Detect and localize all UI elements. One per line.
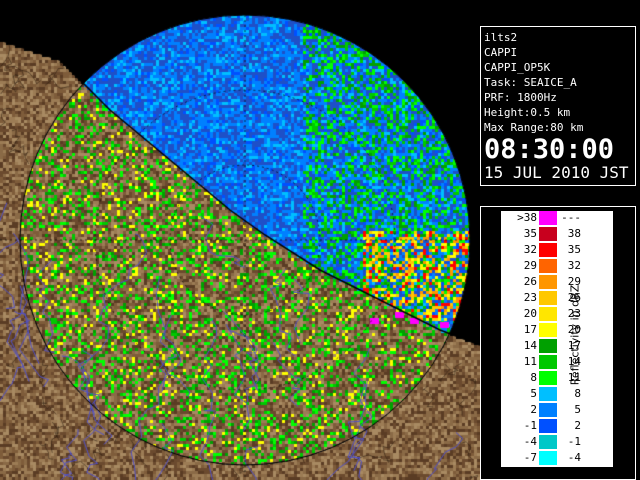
max-range-label: Max Range:80 km (484, 121, 584, 134)
legend-row: 25 (501, 403, 613, 418)
legend-row: 35 38 (501, 227, 613, 242)
legend-swatch (539, 323, 557, 337)
legend-low-value: 14 (523, 339, 537, 352)
legend-high-value: --- (561, 211, 581, 224)
legend-body: >38 --- 35 38 32 35 29 32 26 29 23 26 20 23 17 20 14 17 11… (501, 211, 613, 467)
prf-label: PRF: 1800Hz (484, 91, 557, 104)
legend-swatch (539, 211, 557, 225)
legend-row: 23 26 (501, 291, 613, 306)
legend-row: -1 2 (501, 419, 613, 434)
legend-row: >38 --- (501, 211, 613, 226)
radar-map (0, 0, 480, 480)
legend-low-value: >38 (517, 211, 537, 224)
legend-row: 8 11 (501, 371, 613, 386)
reflectivity-legend: >38 --- 35 38 32 35 29 32 26 29 23 26 20 23 17 20 14 17 11… (480, 206, 636, 480)
legend-row: 14 17 (501, 339, 613, 354)
legend-low-value: 23 (523, 291, 537, 304)
legend-swatch (539, 291, 557, 305)
legend-high-value: 5 (574, 403, 581, 416)
legend-low-value: 11 (523, 355, 537, 368)
legend-low-value: 35 (523, 227, 537, 240)
station-name: ilts2 (484, 31, 518, 44)
legend-low-value: 2 (530, 403, 537, 416)
legend-low-value: 17 (523, 323, 537, 336)
legend-row: 26 29 (501, 275, 613, 290)
legend-row: 20 23 (501, 307, 613, 322)
task-label: Task: SEAICE_A (484, 76, 577, 89)
legend-swatch (539, 243, 557, 257)
legend-swatch (539, 371, 557, 385)
legend-swatch (539, 307, 557, 321)
legend-row: -7 -4 (501, 451, 613, 466)
legend-low-value: 8 (530, 371, 537, 384)
legend-row: -4 -1 (501, 435, 613, 450)
legend-low-value: 26 (523, 275, 537, 288)
legend-high-value: -4 (567, 451, 581, 464)
legend-low-value: 20 (523, 307, 537, 320)
legend-row: 29 32 (501, 259, 613, 274)
legend-low-value: 29 (523, 259, 537, 272)
legend-high-value: 2 (574, 419, 581, 432)
legend-swatch (539, 387, 557, 401)
legend-swatch (539, 259, 557, 273)
legend-low-value: -7 (523, 451, 537, 464)
legend-row: 11 14 (501, 355, 613, 370)
legend-swatch (539, 435, 557, 449)
legend-swatch (539, 275, 557, 289)
legend-high-value: -1 (567, 435, 581, 448)
legend-swatch (539, 451, 557, 465)
legend-low-value: -4 (523, 435, 537, 448)
legend-low-value: 32 (523, 243, 537, 256)
info-panel: ilts2 CAPPI CAPPI_OP5K Task: SEAICE_A PR… (480, 26, 636, 186)
date-label: 15 JUL 2010 JST (484, 163, 629, 182)
legend-swatch (539, 339, 557, 353)
legend-high-value: 35 (567, 243, 581, 256)
legend-low-value: 5 (530, 387, 537, 400)
legend-high-value: 38 (567, 227, 581, 240)
product-name: CAPPI (484, 46, 518, 59)
legend-row: 58 (501, 387, 613, 402)
legend-row: 32 35 (501, 243, 613, 258)
legend-swatch (539, 403, 557, 417)
legend-unit-label: Reflectivity in dBZ (568, 284, 582, 386)
legend-swatch (539, 227, 557, 241)
height-label: Height:0.5 km (484, 106, 571, 119)
time-label: 08:30:00 (484, 134, 615, 165)
legend-swatch (539, 355, 557, 369)
product-id: CAPPI_OP5K (484, 61, 551, 74)
legend-row: 17 20 (501, 323, 613, 338)
legend-high-value: 8 (574, 387, 581, 400)
legend-low-value: -1 (523, 419, 537, 432)
legend-high-value: 32 (567, 259, 581, 272)
legend-swatch (539, 419, 557, 433)
